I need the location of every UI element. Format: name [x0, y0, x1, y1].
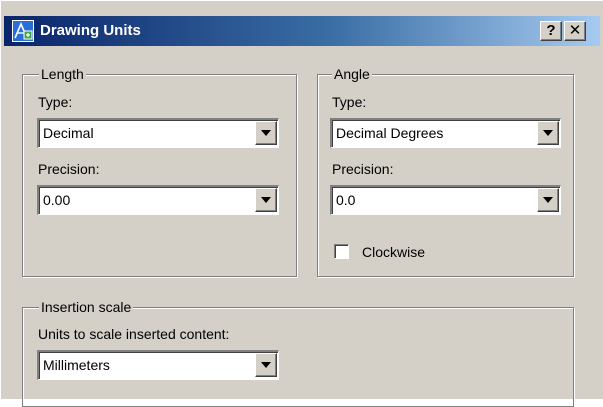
chevron-down-icon [261, 197, 271, 203]
insertion-scale-legend: Insertion scale [39, 299, 134, 315]
length-precision-dropdown-button[interactable] [255, 188, 277, 212]
length-precision-select[interactable]: 0.00 [37, 185, 279, 215]
title-bar[interactable]: Drawing Units ? ✕ [4, 16, 600, 46]
length-type-select[interactable]: Decimal [37, 118, 279, 148]
chevron-down-icon [261, 130, 271, 136]
length-group-legend: Length [39, 66, 86, 82]
length-type-dropdown-button[interactable] [255, 121, 277, 145]
drawing-units-icon [12, 20, 34, 42]
insertion-units-label: Units to scale inserted content: [38, 326, 230, 342]
chevron-down-icon [543, 197, 553, 203]
angle-precision-label: Precision: [332, 161, 394, 177]
insertion-units-select[interactable]: Millimeters [37, 350, 279, 380]
clockwise-checkbox[interactable] [334, 244, 349, 259]
angle-type-label: Type: [332, 94, 367, 110]
chevron-down-icon [543, 130, 553, 136]
chevron-down-icon [261, 362, 271, 368]
close-button[interactable]: ✕ [564, 21, 586, 41]
length-precision-label: Precision: [38, 161, 100, 177]
insertion-units-value: Millimeters [43, 357, 110, 373]
drawing-units-dialog: Drawing Units ? ✕ Length Type: Decimal P… [0, 0, 603, 407]
angle-group-legend: Angle [332, 66, 372, 82]
angle-precision-dropdown-button[interactable] [537, 188, 559, 212]
insertion-units-dropdown-button[interactable] [255, 353, 277, 377]
angle-precision-select[interactable]: 0.0 [330, 185, 561, 215]
angle-precision-value: 0.0 [336, 192, 356, 208]
length-type-value: Decimal [43, 125, 94, 141]
angle-type-select[interactable]: Decimal Degrees [330, 118, 561, 148]
clockwise-label[interactable]: Clockwise [362, 244, 425, 260]
angle-type-value: Decimal Degrees [336, 125, 444, 141]
length-precision-value: 0.00 [43, 192, 71, 208]
angle-type-dropdown-button[interactable] [537, 121, 559, 145]
window-title: Drawing Units [40, 22, 141, 39]
length-type-label: Type: [38, 94, 73, 110]
help-button[interactable]: ? [540, 21, 562, 41]
